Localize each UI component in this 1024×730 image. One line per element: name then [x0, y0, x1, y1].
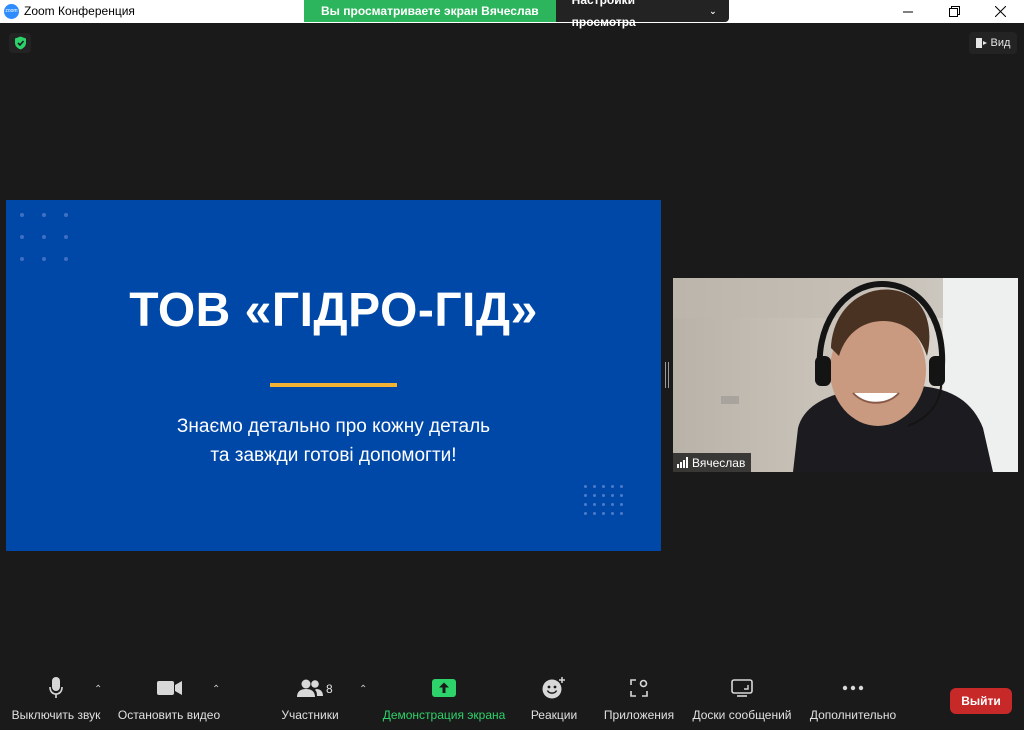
- shared-screen-slide: ТОВ «ГІДРО-ГІД» Знаємо детально про кожн…: [6, 200, 661, 551]
- mute-button[interactable]: Выключить звук: [8, 670, 104, 730]
- chevron-down-icon: ⌄: [709, 6, 717, 16]
- window-title: Zoom Конференция: [24, 4, 135, 18]
- participants-count: 8: [326, 682, 333, 696]
- reactions-label: Реакции: [530, 708, 578, 722]
- share-screen-label: Демонстрация экрана: [382, 708, 506, 722]
- apps-icon: [630, 679, 648, 697]
- minimize-icon[interactable]: [885, 0, 931, 23]
- view-label: Вид: [990, 37, 1011, 49]
- reactions-button[interactable]: Реакции: [526, 670, 582, 730]
- participants-options-caret-icon[interactable]: ⌃: [359, 684, 367, 695]
- participants-button[interactable]: Участники: [278, 670, 342, 730]
- apps-button[interactable]: Приложения: [600, 670, 678, 730]
- close-icon[interactable]: [977, 0, 1023, 23]
- viewing-share-message: Вы просматриваете экран Вячеслав: [304, 0, 556, 22]
- leave-meeting-button[interactable]: Выйти: [950, 688, 1012, 714]
- zoom-logo-icon: zoom: [4, 4, 19, 19]
- share-banner: Вы просматриваете экран Вячеслав Настрой…: [304, 0, 729, 29]
- title-bar: zoom Zoom Конференция Вы просматриваете …: [0, 0, 1024, 29]
- stop-video-button[interactable]: Остановить видео: [117, 670, 221, 730]
- stop-video-label: Остановить видео: [117, 708, 221, 722]
- view-layout-icon: [975, 38, 987, 48]
- participants-icon: [297, 679, 323, 697]
- more-dots-icon: [842, 685, 864, 691]
- more-button[interactable]: Дополнительно: [806, 670, 900, 730]
- participant-name-tag: Вячеслав: [673, 453, 752, 472]
- slide-title: ТОВ «ГІДРО-ГІД»: [129, 284, 538, 337]
- whiteboards-button[interactable]: Доски сообщений: [688, 670, 796, 730]
- mute-label: Выключить звук: [11, 708, 101, 722]
- slide-accent-line: [270, 383, 397, 387]
- slide-subtitle-line-2: та завжди готові допомогти!: [210, 445, 457, 466]
- share-screen-icon: [432, 679, 456, 697]
- audio-options-caret-icon[interactable]: ⌃: [94, 684, 102, 695]
- splitter-handle[interactable]: [665, 362, 669, 388]
- video-options-caret-icon[interactable]: ⌃: [212, 684, 220, 695]
- video-camera-icon: [156, 681, 182, 695]
- view-options-button[interactable]: Настройки просмотра ⌄: [555, 0, 729, 29]
- whiteboard-icon: [731, 679, 753, 697]
- participants-label: Участники: [281, 708, 339, 722]
- whiteboards-label: Доски сообщений: [692, 708, 792, 722]
- participant-video-tile[interactable]: Вячеслав: [673, 278, 1018, 472]
- reactions-smiley-icon: [542, 677, 565, 699]
- apps-label: Приложения: [603, 708, 675, 722]
- share-screen-button[interactable]: Демонстрация экрана: [380, 670, 508, 730]
- slide-subtitle-line-1: Знаємо детально про кожну деталь: [176, 416, 491, 437]
- view-options-label: Настройки просмотра: [571, 0, 636, 29]
- participant-video-feed: [673, 278, 1018, 472]
- restore-icon[interactable]: [931, 0, 977, 23]
- view-button[interactable]: Вид: [969, 32, 1017, 54]
- participant-name: Вячеслав: [692, 455, 746, 470]
- connection-signal-icon: [677, 457, 688, 468]
- more-label: Дополнительно: [809, 708, 897, 722]
- decorative-dots: [20, 213, 68, 261]
- security-shield-icon[interactable]: [9, 33, 31, 53]
- meeting-toolbar: Выключить звук ⌃ Остановить видео ⌃ Учас…: [0, 670, 1024, 730]
- decorative-dots: [584, 485, 623, 515]
- microphone-icon: [49, 677, 63, 698]
